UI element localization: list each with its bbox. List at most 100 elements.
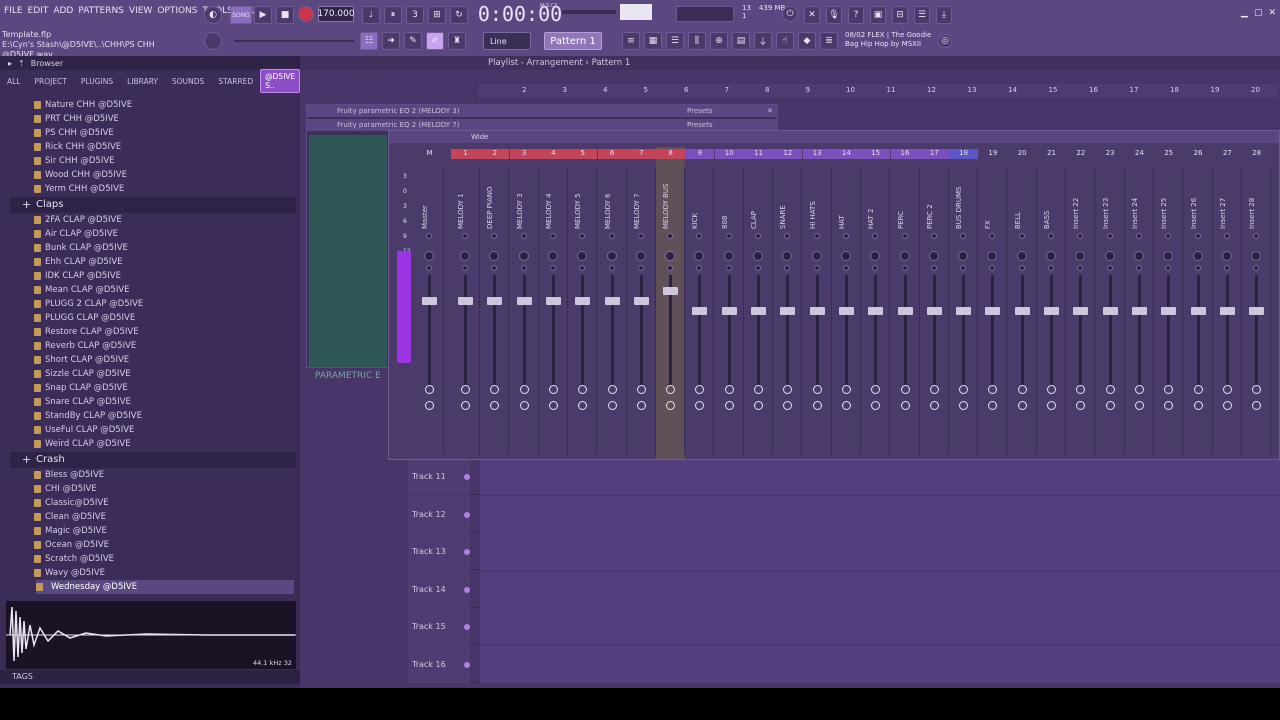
volume-fader-track[interactable] bbox=[1255, 275, 1259, 385]
eq-presets-1[interactable]: Presets bbox=[687, 105, 712, 117]
route-knob-icon[interactable] bbox=[1252, 401, 1262, 410]
mixer-insert-strip[interactable]: 26 Insert 26 bbox=[1184, 147, 1213, 459]
send-switch-icon[interactable] bbox=[754, 385, 763, 394]
volume-fader-handle[interactable] bbox=[1219, 307, 1235, 315]
send-switch-icon[interactable] bbox=[490, 385, 500, 394]
volume-fader-handle[interactable] bbox=[1014, 307, 1030, 315]
insert-name[interactable]: MELODY 5 bbox=[574, 177, 590, 229]
wait-for-input-icon[interactable]: ⏸ bbox=[384, 6, 402, 24]
browser-sample-item[interactable]: Reverb CLAP @D5IVE bbox=[34, 339, 136, 353]
news-refresh-icon[interactable]: ◎ bbox=[938, 34, 952, 48]
route-knob-icon[interactable] bbox=[461, 401, 470, 410]
menu-view[interactable]: VIEW bbox=[129, 6, 152, 16]
insert-name[interactable]: Master bbox=[421, 177, 437, 229]
pan-knob-icon[interactable] bbox=[1221, 251, 1232, 261]
position-slider[interactable] bbox=[234, 40, 354, 42]
pattern-song-toggle-icon[interactable]: ◐ bbox=[204, 6, 222, 24]
volume-fader-handle[interactable] bbox=[1131, 307, 1147, 315]
pan-knob-icon[interactable] bbox=[665, 251, 676, 261]
stereo-separation-knob-icon[interactable] bbox=[813, 265, 820, 271]
pan-knob-icon[interactable] bbox=[1133, 251, 1144, 261]
send-switch-icon[interactable] bbox=[1105, 385, 1115, 394]
maximize-icon[interactable]: ▢ bbox=[1254, 8, 1263, 18]
volume-fader-track[interactable] bbox=[727, 275, 731, 385]
pan-knob-icon[interactable] bbox=[1251, 251, 1262, 261]
volume-fader-track[interactable] bbox=[1020, 275, 1024, 385]
mixer-window-icon[interactable]: ⫼ bbox=[688, 32, 706, 50]
send-switch-icon[interactable] bbox=[871, 385, 881, 394]
insert-led-icon[interactable] bbox=[784, 233, 791, 239]
track-label[interactable]: Track 12 bbox=[408, 495, 470, 533]
mixer-insert-strip[interactable]: 7 MELODY 7 bbox=[626, 147, 656, 459]
send-switch-icon[interactable] bbox=[1222, 385, 1232, 394]
insert-name[interactable]: FX bbox=[984, 177, 1000, 229]
mixer-insert-strip[interactable]: 19 FX bbox=[978, 147, 1008, 459]
stereo-separation-knob-icon[interactable] bbox=[667, 265, 674, 271]
download-icon[interactable]: ⤓ bbox=[936, 6, 952, 24]
sample-waveform-preview[interactable]: 44.1 kHz 32 bbox=[6, 601, 296, 669]
track-label[interactable]: Track 14 bbox=[408, 570, 470, 608]
pan-knob-icon[interactable] bbox=[840, 251, 851, 261]
volume-fader-handle[interactable] bbox=[692, 307, 708, 315]
stereo-separation-knob-icon[interactable] bbox=[989, 265, 996, 271]
send-switch-icon[interactable] bbox=[666, 385, 676, 394]
browser-tab[interactable]: PROJECT bbox=[28, 77, 74, 86]
eq-close-icon-1[interactable]: ✕ bbox=[767, 105, 773, 117]
tempo-display[interactable]: 170.000 bbox=[317, 6, 355, 22]
pan-knob-icon[interactable] bbox=[606, 251, 617, 261]
stereo-separation-knob-icon[interactable] bbox=[1106, 265, 1113, 271]
mixer-insert-strip[interactable]: 28 Insert 28 bbox=[1242, 147, 1272, 459]
route-knob-icon[interactable] bbox=[519, 401, 529, 410]
send-switch-icon[interactable] bbox=[1017, 385, 1027, 394]
insert-name[interactable]: MELODY 7 bbox=[633, 177, 649, 229]
volume-fader-track[interactable] bbox=[757, 275, 760, 385]
mixer-insert-strip[interactable]: 8 MELODY BUS bbox=[656, 147, 686, 459]
stereo-separation-knob-icon[interactable] bbox=[608, 265, 615, 271]
menu-arrow-icon[interactable]: ▸ bbox=[8, 59, 12, 68]
browser-sample-item[interactable]: Weird CLAP @D5IVE bbox=[34, 437, 131, 451]
stereo-separation-knob-icon[interactable] bbox=[960, 265, 967, 271]
mixer-insert-strip[interactable]: 4 MELODY 4 bbox=[538, 147, 568, 459]
insert-led-icon[interactable] bbox=[901, 233, 908, 239]
mixer-insert-strip[interactable]: 15 HAT 2 bbox=[861, 147, 891, 459]
connection-icon[interactable]: ✕ bbox=[804, 6, 820, 24]
insert-led-icon[interactable] bbox=[930, 233, 937, 239]
insert-name[interactable]: PERC bbox=[897, 177, 913, 229]
route-knob-icon[interactable] bbox=[841, 401, 851, 410]
volume-fader-handle[interactable] bbox=[1073, 307, 1089, 315]
route-knob-icon[interactable] bbox=[607, 401, 617, 410]
track-mute-led-icon[interactable] bbox=[464, 661, 470, 668]
menu-options[interactable]: OPTIONS bbox=[157, 6, 197, 16]
stereo-separation-knob-icon[interactable] bbox=[784, 265, 791, 271]
playlist-window-icon[interactable]: ☷ bbox=[360, 32, 378, 50]
send-switch-icon[interactable] bbox=[783, 385, 793, 394]
volume-fader-track[interactable] bbox=[962, 275, 966, 385]
browser-sample-item[interactable]: Restore CLAP @D5IVE bbox=[34, 325, 139, 339]
pan-knob-icon[interactable] bbox=[753, 251, 763, 261]
volume-fader-handle[interactable] bbox=[926, 307, 942, 315]
send-switch-icon[interactable] bbox=[1076, 385, 1086, 394]
route-knob-icon[interactable] bbox=[783, 401, 793, 410]
track-mute-led-icon[interactable] bbox=[464, 586, 470, 593]
insert-led-icon[interactable] bbox=[667, 233, 674, 239]
browser-sample-item[interactable]: Rick CHH @D5IVE bbox=[34, 140, 121, 154]
volume-fader-handle[interactable] bbox=[487, 297, 503, 305]
tags-bar[interactable]: TAGS bbox=[0, 670, 300, 684]
plug-icon[interactable]: ⏚ bbox=[754, 32, 772, 50]
project-icon[interactable]: ▤ bbox=[732, 32, 750, 50]
countdown-icon[interactable]: 3 bbox=[406, 6, 424, 24]
arrow-tool-icon[interactable]: ➜ bbox=[382, 32, 400, 50]
volume-fader-track[interactable] bbox=[932, 275, 936, 385]
menu-file[interactable]: FILE bbox=[4, 6, 23, 16]
volume-fader-handle[interactable] bbox=[458, 297, 473, 305]
stereo-separation-knob-icon[interactable] bbox=[1194, 265, 1201, 271]
insert-led-icon[interactable] bbox=[1194, 233, 1201, 239]
browser-sample-item[interactable]: Wood CHH @D5IVE bbox=[34, 168, 127, 182]
audio-editor-icon[interactable]: ◆ bbox=[798, 32, 816, 50]
insert-name[interactable]: MELODY 4 bbox=[545, 177, 561, 229]
volume-fader-track[interactable] bbox=[551, 275, 555, 385]
send-switch-icon[interactable] bbox=[841, 385, 851, 394]
volume-fader-handle[interactable] bbox=[633, 297, 649, 305]
pan-knob-icon[interactable] bbox=[1046, 251, 1056, 261]
route-knob-icon[interactable] bbox=[425, 401, 434, 410]
